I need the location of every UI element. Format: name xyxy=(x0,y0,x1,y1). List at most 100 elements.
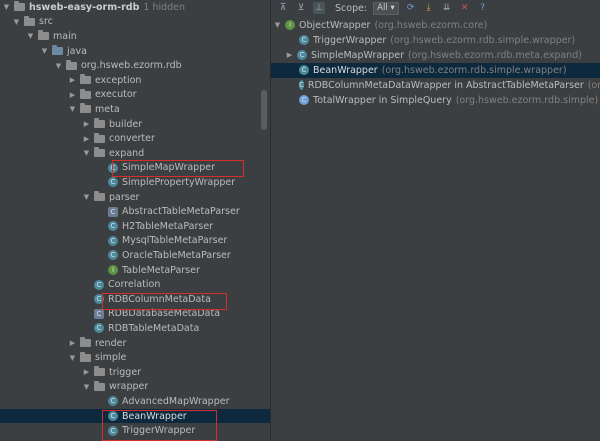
collapse-arrow-icon[interactable]: ▶ xyxy=(82,368,91,376)
tree-row-exception[interactable]: ▶ exception xyxy=(0,73,270,88)
expand-arrow-icon[interactable]: ▼ xyxy=(82,149,91,157)
tree-row-simple[interactable]: ▼ simple xyxy=(0,350,270,365)
tree-label: converter xyxy=(109,133,155,145)
hierarchy-row[interactable]: ▼ I ObjectWrapper (org.hsweb.ezorm.core) xyxy=(271,18,600,33)
hierarchy-row-selected[interactable]: C BeanWrapper (org.hsweb.ezorm.rdb.simpl… xyxy=(271,63,600,78)
tree-row-abstracttablemetaparser[interactable]: C AbstractTableMetaParser xyxy=(0,204,270,219)
tree-scrollbar[interactable] xyxy=(261,90,267,130)
scope-label: Scope: xyxy=(335,2,368,14)
tree-row-advancedmapwrapper[interactable]: C AdvancedMapWrapper xyxy=(0,394,270,409)
hierarchy-package: (org.hsw xyxy=(587,79,600,91)
hierarchy-row[interactable]: C RDBColumnMetaDataWrapper in AbstractTa… xyxy=(271,78,600,93)
expand-arrow-icon[interactable]: ▼ xyxy=(68,354,77,362)
tree-row-correlation[interactable]: C Correlation xyxy=(0,277,270,292)
hierarchy-row[interactable]: ▶ C SimpleMapWrapper (org.hsweb.ezorm.rd… xyxy=(271,48,600,63)
tree-row-package[interactable]: ▼ org.hsweb.ezorm.rdb xyxy=(0,58,270,73)
tree-label: main xyxy=(53,30,77,42)
expand-arrow-icon[interactable]: ▼ xyxy=(82,193,91,201)
package-icon xyxy=(66,59,77,70)
class-icon: C xyxy=(299,80,304,91)
tree-label: H2TableMetaParser xyxy=(122,220,214,232)
refresh-icon[interactable]: ⟳ xyxy=(405,2,417,14)
tree-label: expand xyxy=(109,147,145,159)
scope-select[interactable]: All ▾ xyxy=(373,1,399,15)
tree-label: exception xyxy=(95,74,142,86)
hierarchy-panel: ⊼ ⊻ ⊥ Scope: All ▾ ⟳ ⤓ ⇊ ✕ ? ▼ I ObjectW… xyxy=(271,0,600,441)
tree-row-h2tablemetaparser[interactable]: C H2TableMetaParser xyxy=(0,219,270,234)
hierarchy-class-name: TriggerWrapper xyxy=(313,34,387,46)
hierarchy-package: (org.hsweb.ezorm.rdb.simple) xyxy=(455,94,599,106)
project-name: hsweb-easy-orm-rdb xyxy=(29,1,140,13)
tree-row-main[interactable]: ▼ main xyxy=(0,29,270,44)
tree-row-src[interactable]: ▼ src xyxy=(0,15,270,30)
close-icon[interactable]: ✕ xyxy=(459,2,471,14)
highlight-box xyxy=(102,410,217,441)
hierarchy-toolbar: ⊼ ⊻ ⊥ Scope: All ▾ ⟳ ⤓ ⇊ ✕ ? xyxy=(271,0,600,16)
project-tree-panel: ▼ hsweb-easy-orm-rdb 1 hidden ▼ src ▼ ma… xyxy=(0,0,270,441)
tree-label: MysqlTableMetaParser xyxy=(122,235,228,247)
tree-row-wrapper[interactable]: ▼ wrapper xyxy=(0,380,270,395)
tree-row-converter[interactable]: ▶ converter xyxy=(0,131,270,146)
expand-arrow-icon[interactable]: ▼ xyxy=(40,47,49,55)
tree-label: trigger xyxy=(109,366,142,378)
tree-label: AbstractTableMetaParser xyxy=(122,206,240,218)
tree-row-simplepropertywrapper[interactable]: C SimplePropertyWrapper xyxy=(0,175,270,190)
tree-row-oracletablemetaparser[interactable]: C OracleTableMetaParser xyxy=(0,248,270,263)
collapse-arrow-icon[interactable]: ▶ xyxy=(68,91,77,99)
folder-icon xyxy=(80,351,91,362)
collapse-arrow-icon[interactable]: ▶ xyxy=(82,120,91,128)
expand-arrow-icon[interactable]: ▼ xyxy=(54,62,63,70)
collapse-arrow-icon[interactable]: ▶ xyxy=(68,76,77,84)
tree-label: OracleTableMetaParser xyxy=(122,249,231,261)
abstract-class-icon: C xyxy=(108,206,118,217)
tree-row-tablemetaparser[interactable]: I TableMetaParser xyxy=(0,263,270,278)
tree-label: RDBDatabaseMetaData xyxy=(108,308,221,320)
collapse-arrow-icon[interactable]: ▶ xyxy=(82,135,91,143)
help-icon[interactable]: ? xyxy=(477,2,489,14)
tree-label: render xyxy=(95,337,127,349)
tree-row-rdbtablemetadata[interactable]: C RDBTableMetaData xyxy=(0,321,270,336)
hierarchy-package: (org.hsweb.ezorm.rdb.simple.wrapper) xyxy=(390,34,576,46)
tree-row-meta[interactable]: ▼ meta xyxy=(0,102,270,117)
tree-row-java[interactable]: ▼ java xyxy=(0,44,270,59)
collapse-arrow-icon[interactable]: ▶ xyxy=(68,339,77,347)
expand-arrow-icon[interactable]: ▼ xyxy=(2,3,11,11)
tree-row-executor[interactable]: ▶ executor xyxy=(0,88,270,103)
expand-arrow-icon[interactable]: ▼ xyxy=(273,21,282,29)
hierarchy-class-name: RDBColumnMetaDataWrapper in AbstractTabl… xyxy=(307,79,584,91)
hierarchy-row[interactable]: C TotalWrapper in SimpleQuery (org.hsweb… xyxy=(271,93,600,108)
tree-row-trigger[interactable]: ▶ trigger xyxy=(0,365,270,380)
folder-icon xyxy=(94,366,105,377)
tree-row-project[interactable]: ▼ hsweb-easy-orm-rdb 1 hidden xyxy=(0,0,270,15)
subtypes-icon[interactable]: ⊥ xyxy=(313,2,325,14)
abstract-class-icon: C xyxy=(94,308,104,319)
type-hierarchy-icon[interactable]: ⊼ xyxy=(277,2,289,14)
expand-arrow-icon[interactable]: ▼ xyxy=(12,18,21,26)
folder-icon xyxy=(80,103,91,114)
tree-row-expand[interactable]: ▼ expand xyxy=(0,146,270,161)
export-icon[interactable]: ⤓ xyxy=(423,2,435,14)
class-icon: C xyxy=(299,65,309,76)
folder-icon xyxy=(94,147,105,158)
highlight-box xyxy=(112,160,244,177)
class-icon: C xyxy=(108,250,118,261)
tree-row-render[interactable]: ▶ render xyxy=(0,336,270,351)
folder-icon xyxy=(80,88,91,99)
tree-label: Correlation xyxy=(108,279,161,291)
supertypes-icon[interactable]: ⊻ xyxy=(295,2,307,14)
tree-label: src xyxy=(39,16,53,28)
expand-arrow-icon[interactable]: ▼ xyxy=(26,32,35,40)
hierarchy-package: (org.hsweb.ezorm.rdb.simple.wrapper) xyxy=(381,64,567,76)
tree-row-parser[interactable]: ▼ parser xyxy=(0,190,270,205)
folder-icon xyxy=(80,74,91,85)
folder-icon xyxy=(38,30,49,41)
expand-all-icon[interactable]: ⇊ xyxy=(441,2,453,14)
expand-arrow-icon[interactable]: ▼ xyxy=(68,105,77,113)
collapse-arrow-icon[interactable]: ▶ xyxy=(285,51,294,59)
highlight-box xyxy=(102,293,227,310)
tree-row-mysqltablemetaparser[interactable]: C MysqlTableMetaParser xyxy=(0,234,270,249)
tree-label: RDBTableMetaData xyxy=(108,322,200,334)
hierarchy-row[interactable]: C TriggerWrapper (org.hsweb.ezorm.rdb.si… xyxy=(271,33,600,48)
tree-row-builder[interactable]: ▶ builder xyxy=(0,117,270,132)
expand-arrow-icon[interactable]: ▼ xyxy=(82,383,91,391)
